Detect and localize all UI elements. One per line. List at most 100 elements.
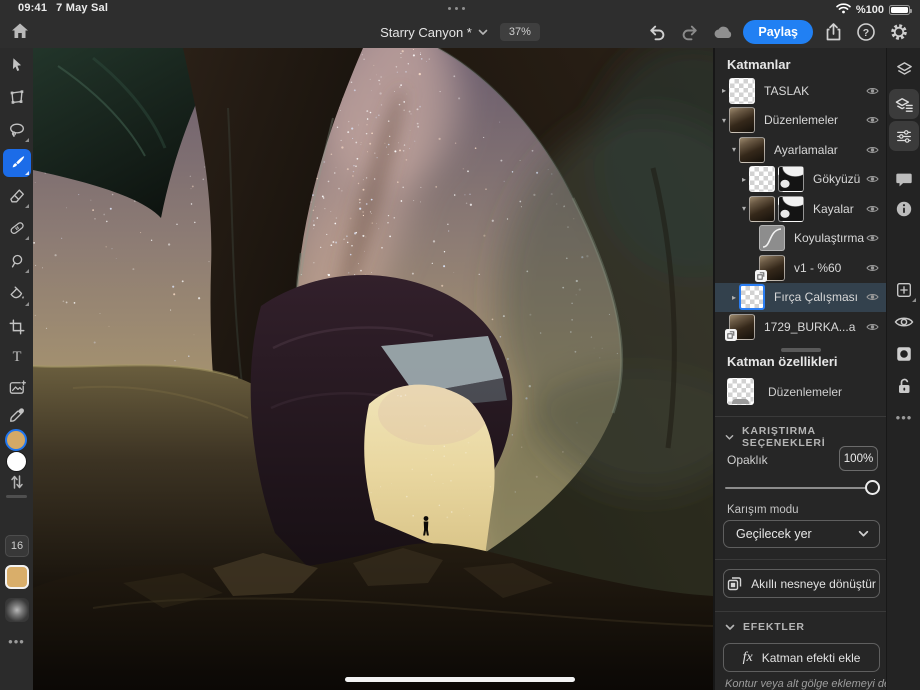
eyedropper-tool[interactable] xyxy=(3,401,31,429)
document-title[interactable]: Starry Canyon * xyxy=(380,25,488,40)
place-photo-tool[interactable] xyxy=(3,373,31,401)
disclosure-triangle-icon[interactable]: ▾ xyxy=(719,116,729,125)
lasso-select-tool[interactable] xyxy=(3,116,31,144)
layer-row[interactable]: v1 - %60 xyxy=(715,253,888,283)
layer-visibility-button[interactable] xyxy=(889,307,919,337)
home-indicator[interactable] xyxy=(345,677,575,682)
opacity-slider[interactable] xyxy=(725,487,878,489)
eye-icon[interactable] xyxy=(866,263,879,273)
comments-button[interactable] xyxy=(889,164,919,194)
effects-header[interactable]: EFEKTLER xyxy=(725,621,805,633)
move-tool[interactable] xyxy=(3,51,31,79)
disclosure-triangle-icon[interactable]: ▸ xyxy=(729,293,739,302)
chevron-down-icon xyxy=(858,530,869,538)
layer-row[interactable]: ▾Kayalar xyxy=(715,194,888,224)
add-layer-effect-button[interactable]: fx Katman efekti ekle xyxy=(723,643,880,672)
layer-mask-thumbnail[interactable] xyxy=(778,196,804,222)
clone-stamp-tool[interactable] xyxy=(3,247,31,275)
eye-icon[interactable] xyxy=(866,233,879,243)
status-bar: 09:417 May Sal %100 xyxy=(0,0,920,16)
layer-thumbnail[interactable] xyxy=(749,196,775,222)
swap-colors-button[interactable] xyxy=(3,468,31,496)
layer-thumbnail[interactable] xyxy=(739,137,765,163)
zoom-level-badge[interactable]: 37% xyxy=(500,23,540,41)
eye-icon[interactable] xyxy=(866,86,879,96)
layer-thumbnail[interactable] xyxy=(739,284,765,310)
brush-preview-tile[interactable] xyxy=(5,598,29,622)
layer-thumbnail[interactable] xyxy=(729,314,755,340)
panel-drag-handle[interactable] xyxy=(781,348,821,352)
gear-icon xyxy=(889,22,909,42)
layer-thumbnail[interactable] xyxy=(759,255,785,281)
eye-icon[interactable] xyxy=(866,322,879,332)
info-button[interactable] xyxy=(889,194,919,224)
layer-thumbnail[interactable] xyxy=(759,225,785,251)
layer-thumbnail[interactable] xyxy=(729,107,755,133)
convert-smart-object-button[interactable]: Akıllı nesneye dönüştür xyxy=(723,569,880,598)
current-color-tile[interactable] xyxy=(5,565,29,589)
eyedropper-icon xyxy=(8,406,26,424)
layer-row[interactable]: ▸Fırça Çalışması xyxy=(715,283,888,313)
type-tool-icon: T xyxy=(8,347,26,365)
tool-options-drag-handle[interactable] xyxy=(6,495,27,498)
type-tool[interactable]: T xyxy=(3,342,31,370)
layer-row[interactable]: 1729_BURKA...anced-NR33 xyxy=(715,312,888,342)
eye-icon[interactable] xyxy=(866,115,879,125)
eye-icon[interactable] xyxy=(866,145,879,155)
layer-thumbnail[interactable] xyxy=(729,78,755,104)
undo-button[interactable] xyxy=(644,19,670,45)
eraser-tool[interactable] xyxy=(3,182,31,210)
tool-options-more-button[interactable]: ••• xyxy=(0,634,33,649)
home-button[interactable] xyxy=(8,19,32,43)
layers-panel-button[interactable] xyxy=(889,54,919,84)
opacity-slider-knob[interactable] xyxy=(865,480,880,495)
export-button[interactable] xyxy=(820,19,846,45)
opacity-value-field[interactable]: 100% xyxy=(839,446,878,471)
brush-size-indicator[interactable]: 16 xyxy=(5,535,29,557)
undo-icon xyxy=(647,23,667,41)
info-icon xyxy=(895,200,913,218)
layer-row[interactable]: ▾Düzenlemeler xyxy=(715,106,888,136)
background-color-swatch[interactable] xyxy=(6,451,27,472)
transform-tool[interactable] xyxy=(3,83,31,111)
eye-icon[interactable] xyxy=(866,204,879,214)
layer-row[interactable]: ▾Ayarlamalar xyxy=(715,135,888,165)
share-button[interactable]: Paylaş xyxy=(743,20,813,44)
add-layer-button[interactable] xyxy=(889,275,919,305)
eye-icon[interactable] xyxy=(866,292,879,302)
healing-brush-tool[interactable] xyxy=(3,214,31,242)
layer-name: Gökyüzü xyxy=(813,172,860,186)
crop-tool[interactable] xyxy=(3,313,31,341)
paint-bucket-tool[interactable] xyxy=(3,280,31,308)
disclosure-triangle-icon[interactable]: ▸ xyxy=(739,175,749,184)
more-options-button[interactable]: ••• xyxy=(887,410,920,425)
settings-button[interactable] xyxy=(886,19,912,45)
canvas-area[interactable] xyxy=(33,48,713,690)
layer-properties-row: Düzenlemeler xyxy=(727,378,842,405)
layer-mask-button[interactable] xyxy=(889,339,919,369)
home-icon xyxy=(10,21,30,41)
layer-row[interactable]: ▸TASLAK xyxy=(715,76,888,106)
help-button[interactable]: ? xyxy=(853,19,879,45)
layer-thumbnail[interactable] xyxy=(749,166,775,192)
disclosure-triangle-icon[interactable]: ▾ xyxy=(729,145,739,154)
layer-properties-panel-button[interactable] xyxy=(889,89,919,119)
multitasking-dots-icon[interactable] xyxy=(448,7,465,10)
crop-icon xyxy=(8,318,26,336)
blend-mode-dropdown[interactable]: Geçilecek yer xyxy=(723,520,880,548)
redo-button[interactable] xyxy=(677,19,703,45)
layer-row[interactable]: Koyulaştırma xyxy=(715,224,888,254)
eye-icon[interactable] xyxy=(866,174,879,184)
foreground-color-swatch[interactable] xyxy=(5,429,27,451)
canvas-photo xyxy=(33,48,713,690)
layer-row[interactable]: ▸ Gökyüzü xyxy=(715,165,888,195)
brush-tool[interactable] xyxy=(3,149,31,177)
cloud-sync-button[interactable] xyxy=(710,19,736,45)
layer-mask-thumbnail[interactable] xyxy=(778,166,804,192)
lock-layer-button[interactable] xyxy=(889,371,919,401)
adjustments-panel-button[interactable] xyxy=(889,121,919,151)
disclosure-triangle-icon[interactable]: ▸ xyxy=(719,86,729,95)
disclosure-triangle-icon[interactable]: ▾ xyxy=(739,204,749,213)
blend-mode-label: Karışım modu xyxy=(727,504,799,516)
mask-icon xyxy=(895,345,913,363)
